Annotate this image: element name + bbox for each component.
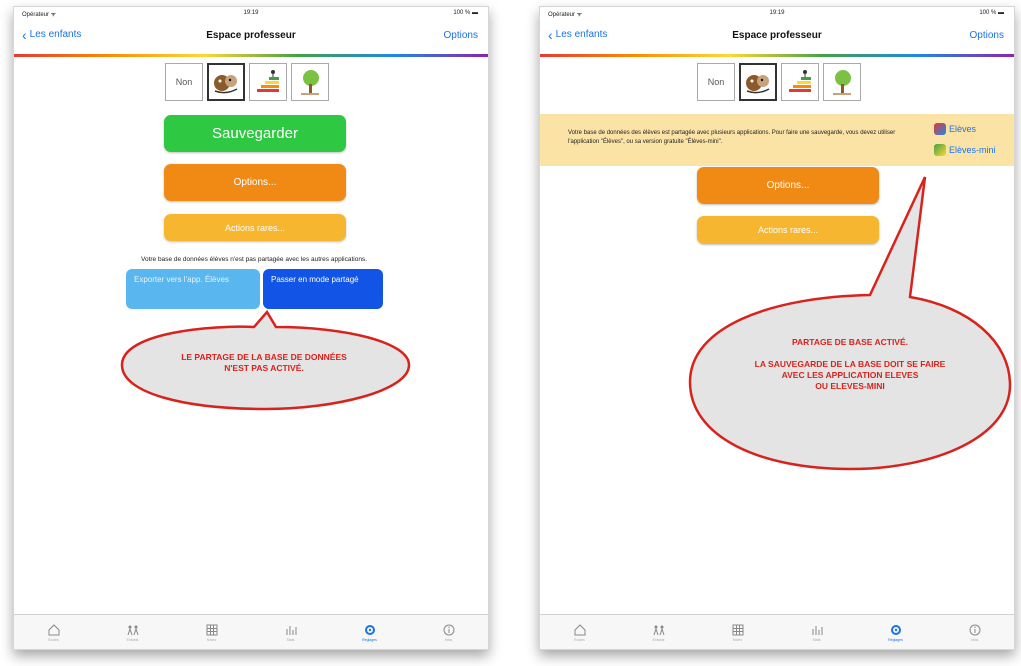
tab-label: Notes xyxy=(732,637,743,642)
tab-label: Stats xyxy=(286,637,295,642)
animals-icon[interactable] xyxy=(739,63,777,101)
tab-bar: Écoles Enfants Notes Stats Réglages Info… xyxy=(540,614,1014,649)
chart-icon xyxy=(812,625,822,635)
options-button[interactable]: Options... xyxy=(697,167,879,204)
tab-label: Infos xyxy=(970,637,979,642)
eleves-mini-app-icon xyxy=(934,144,946,156)
page-title: Espace professeur xyxy=(732,30,822,41)
tab-infos[interactable]: Infos xyxy=(429,623,469,642)
battery-indicator: 100 % ▬ xyxy=(453,10,478,16)
tab-reglages[interactable]: Réglages xyxy=(876,623,916,642)
navigation-bar: ‹ Les enfants Espace professeur Options xyxy=(540,19,1014,57)
options-button[interactable]: Options... xyxy=(164,164,346,201)
home-icon xyxy=(48,623,59,635)
info-icon xyxy=(443,624,454,635)
tree-icon[interactable] xyxy=(823,63,861,101)
animals-icon[interactable] xyxy=(207,63,245,101)
tab-ecoles[interactable]: Écoles xyxy=(560,623,600,642)
tab-label: Écoles xyxy=(48,637,59,642)
rainbow-divider xyxy=(540,54,1014,57)
tab-label: Notes xyxy=(206,637,217,642)
status-bar: Opérateur ᯤ 19:19 100 % ▬ xyxy=(540,7,1014,19)
tab-label: Réglages xyxy=(888,637,903,642)
tab-label: Réglages xyxy=(362,637,377,642)
export-to-eleves-button[interactable]: Exporter vers l'app. Élèves xyxy=(126,269,260,309)
tab-notes[interactable]: Notes xyxy=(718,623,758,642)
banner-text: Votre base de données des élèves est par… xyxy=(568,130,896,145)
grid-icon xyxy=(206,624,217,635)
stairs-icon[interactable] xyxy=(781,63,819,101)
mode-icon-row: Non xyxy=(697,63,861,101)
tab-enfants[interactable]: Enfants xyxy=(113,623,153,642)
tab-label: Infos xyxy=(444,637,453,642)
tab-stats[interactable]: Stats xyxy=(271,623,311,642)
callout-bubble-left xyxy=(120,309,411,411)
tab-reglages[interactable]: Réglages xyxy=(350,623,390,642)
non-option[interactable]: Non xyxy=(165,63,203,101)
eleves-app-icon xyxy=(934,123,946,135)
options-link[interactable]: Options xyxy=(444,30,478,41)
callout-bubble-right xyxy=(688,176,1012,471)
tab-infos[interactable]: Infos xyxy=(955,623,995,642)
rare-actions-button[interactable]: Actions rares... xyxy=(697,216,879,244)
save-button[interactable]: Sauvegarder xyxy=(164,115,346,152)
eleves-app-link[interactable]: Elèves xyxy=(934,123,976,135)
info-icon xyxy=(969,624,980,635)
children-icon xyxy=(653,625,664,635)
tab-enfants[interactable]: Enfants xyxy=(639,623,679,642)
options-link[interactable]: Options xyxy=(970,30,1004,41)
non-option[interactable]: Non xyxy=(697,63,735,101)
tab-stats[interactable]: Stats xyxy=(797,623,837,642)
shared-database-banner: Votre base de données des élèves est par… xyxy=(540,114,1014,166)
home-icon xyxy=(574,623,585,635)
gear-icon xyxy=(364,624,375,635)
gear-icon xyxy=(890,624,901,635)
chart-icon xyxy=(286,625,296,635)
ipad-screen-right: Opérateur ᯤ 19:19 100 % ▬ ‹ Les enfants … xyxy=(539,6,1015,650)
tab-label: Enfants xyxy=(126,637,139,642)
clock: 19:19 xyxy=(243,10,259,16)
navigation-bar: ‹ Les enfants Espace professeur Options xyxy=(14,19,488,57)
status-bar: Opérateur ᯤ 19:19 100 % ▬ xyxy=(14,7,488,19)
tab-bar: Écoles Enfants Notes Stats Réglages Info… xyxy=(14,614,488,649)
eleves-app-label: Elèves xyxy=(949,124,977,134)
callout-text-left: LE PARTAGE DE LA BASE DE DONNÉES N'EST P… xyxy=(181,352,347,373)
clock: 19:19 xyxy=(769,10,785,16)
page-title: Espace professeur xyxy=(206,30,296,41)
children-icon xyxy=(127,625,138,635)
grid-icon xyxy=(732,624,743,635)
mode-icon-row: Non xyxy=(165,63,329,101)
tab-ecoles[interactable]: Écoles xyxy=(34,623,74,642)
battery-indicator: 100 % ▬ xyxy=(979,10,1004,16)
eleves-mini-app-link[interactable]: Elèves-mini xyxy=(934,144,996,156)
callout-text-right: PARTAGE DE BASE ACTIVÉ. LA SAUVEGARDE DE… xyxy=(754,337,946,391)
enable-shared-mode-button[interactable]: Passer en mode partagé xyxy=(263,269,383,309)
stairs-icon[interactable] xyxy=(249,63,287,101)
rainbow-divider xyxy=(14,54,488,57)
rare-actions-button[interactable]: Actions rares... xyxy=(164,214,346,241)
eleves-mini-app-label: Elèves-mini xyxy=(949,145,996,155)
tab-label: Écoles xyxy=(574,637,585,642)
sharing-status-note: Votre base de données élèves n'est pas p… xyxy=(140,256,367,263)
tab-notes[interactable]: Notes xyxy=(192,623,232,642)
ipad-screen-left: Opérateur ᯤ 19:19 100 % ▬ ‹ Les enfants … xyxy=(13,6,489,650)
tree-icon[interactable] xyxy=(291,63,329,101)
tab-label: Stats xyxy=(812,637,821,642)
tab-label: Enfants xyxy=(652,637,665,642)
